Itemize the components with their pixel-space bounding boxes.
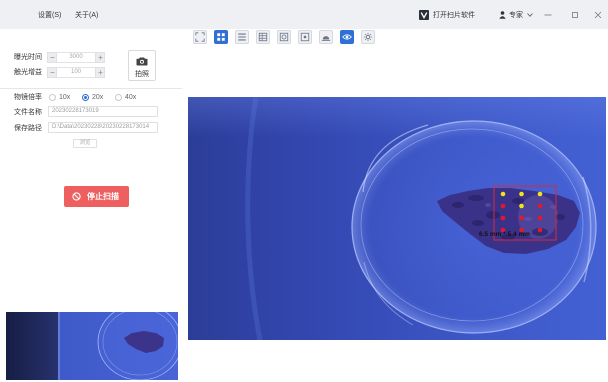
gain-stepper: 100 — [47, 67, 105, 78]
file-name-input[interactable]: 20230228173019 — [48, 106, 158, 117]
eye-icon — [342, 34, 352, 40]
file-name-label: 文件名称 — [14, 109, 42, 116]
eye-tool-button[interactable] — [340, 30, 354, 44]
dome-tool-button[interactable] — [319, 30, 333, 44]
open-scan-software-label: 打开扫片软件 — [433, 12, 475, 19]
scan-point — [537, 227, 543, 233]
gain-value[interactable]: 100 — [57, 67, 95, 78]
grid-tool-button[interactable] — [214, 30, 228, 44]
focus-icon — [300, 32, 310, 42]
radio-icon — [82, 94, 89, 101]
scan-point — [519, 215, 524, 221]
plus-icon — [98, 70, 102, 75]
exposure-time-increment-button[interactable] — [95, 52, 105, 63]
close-button[interactable] — [591, 8, 605, 21]
browse-button[interactable]: 浏览 — [73, 139, 97, 148]
maximize-icon — [572, 11, 578, 18]
scan-preview-image: 6.5 mm * 5.4 mm — [188, 97, 606, 340]
scan-point — [500, 215, 506, 221]
gain-label: 触光增益 — [14, 69, 42, 76]
table-tool-button[interactable] — [256, 30, 270, 44]
user-menu[interactable]: 专家 — [499, 9, 533, 21]
settings-icon — [363, 32, 373, 42]
crop-frame-tool-button[interactable] — [193, 30, 207, 44]
scan-point — [519, 203, 524, 209]
table-icon — [258, 32, 268, 42]
overview-thumbnail[interactable] — [6, 312, 178, 380]
stop-scan-button[interactable]: 停止扫描 — [64, 186, 129, 207]
user-name: 专家 — [509, 12, 523, 19]
minus-icon — [50, 72, 54, 73]
objective-option-label: 20x — [92, 94, 104, 101]
crop-frame-icon — [195, 32, 205, 42]
scan-point — [500, 191, 506, 197]
exposure-time-label: 曝光时间 — [14, 54, 42, 61]
divider — [0, 88, 182, 89]
grid-icon — [217, 33, 225, 41]
control-panel: 曝光时间 3000 触光增益 100 拍照 物镜倍率 10x 20x 40x 文… — [0, 46, 182, 382]
objective-option-label: 40x — [125, 94, 137, 101]
save-path-input[interactable]: D:\Data\20230228\20230228173014 — [48, 122, 158, 133]
target-icon — [279, 32, 289, 42]
app-logo-icon — [419, 10, 429, 20]
focus-tool-button[interactable] — [298, 30, 312, 44]
objective-option-40x[interactable]: 40x — [115, 93, 136, 102]
dome-icon — [321, 36, 331, 41]
overview-image — [6, 312, 178, 380]
scan-region-size-label: 6.5 mm * 5.4 mm — [479, 231, 530, 238]
close-icon — [594, 11, 602, 18]
user-icon — [499, 11, 506, 19]
settings-tool-button[interactable] — [361, 30, 375, 44]
scan-point — [519, 191, 524, 197]
exposure-time-value[interactable]: 3000 — [57, 52, 95, 63]
minimize-button[interactable] — [541, 8, 555, 21]
objective-option-10x[interactable]: 10x — [49, 93, 70, 102]
scan-point — [537, 215, 543, 221]
save-path-label: 保存路径 — [14, 125, 42, 132]
toolbar — [193, 30, 375, 44]
scan-point — [500, 203, 506, 209]
exposure-time-stepper: 3000 — [47, 52, 105, 63]
list-icon — [238, 33, 246, 41]
scan-preview-view[interactable]: 6.5 mm * 5.4 mm — [188, 97, 606, 340]
capture-button[interactable]: 拍照 — [128, 50, 156, 81]
objective-option-20x[interactable]: 20x — [82, 93, 103, 102]
list-tool-button[interactable] — [235, 30, 249, 44]
target-tool-button[interactable] — [277, 30, 291, 44]
scan-point — [537, 203, 543, 209]
camera-icon — [136, 57, 148, 66]
gain-decrement-button[interactable] — [47, 67, 57, 78]
menu-about[interactable]: 关于(A) — [75, 11, 98, 20]
stop-scan-label: 停止扫描 — [87, 192, 119, 201]
radio-icon — [49, 94, 56, 101]
plus-icon — [98, 55, 102, 60]
chevron-down-icon — [527, 13, 533, 17]
scan-point — [537, 191, 543, 197]
objective-option-label: 10x — [59, 94, 71, 101]
exposure-time-decrement-button[interactable] — [47, 52, 57, 63]
minus-icon — [50, 57, 54, 58]
stop-icon — [72, 192, 81, 201]
capture-label: 拍照 — [135, 71, 149, 78]
minimize-icon — [544, 14, 552, 15]
gain-increment-button[interactable] — [95, 67, 105, 78]
maximize-button[interactable] — [568, 8, 582, 21]
radio-icon — [115, 94, 122, 101]
objective-label: 物镜倍率 — [14, 94, 42, 101]
open-scan-software-button[interactable]: 打开扫片软件 — [419, 9, 475, 21]
menu-settings[interactable]: 设置(S) — [38, 11, 61, 20]
